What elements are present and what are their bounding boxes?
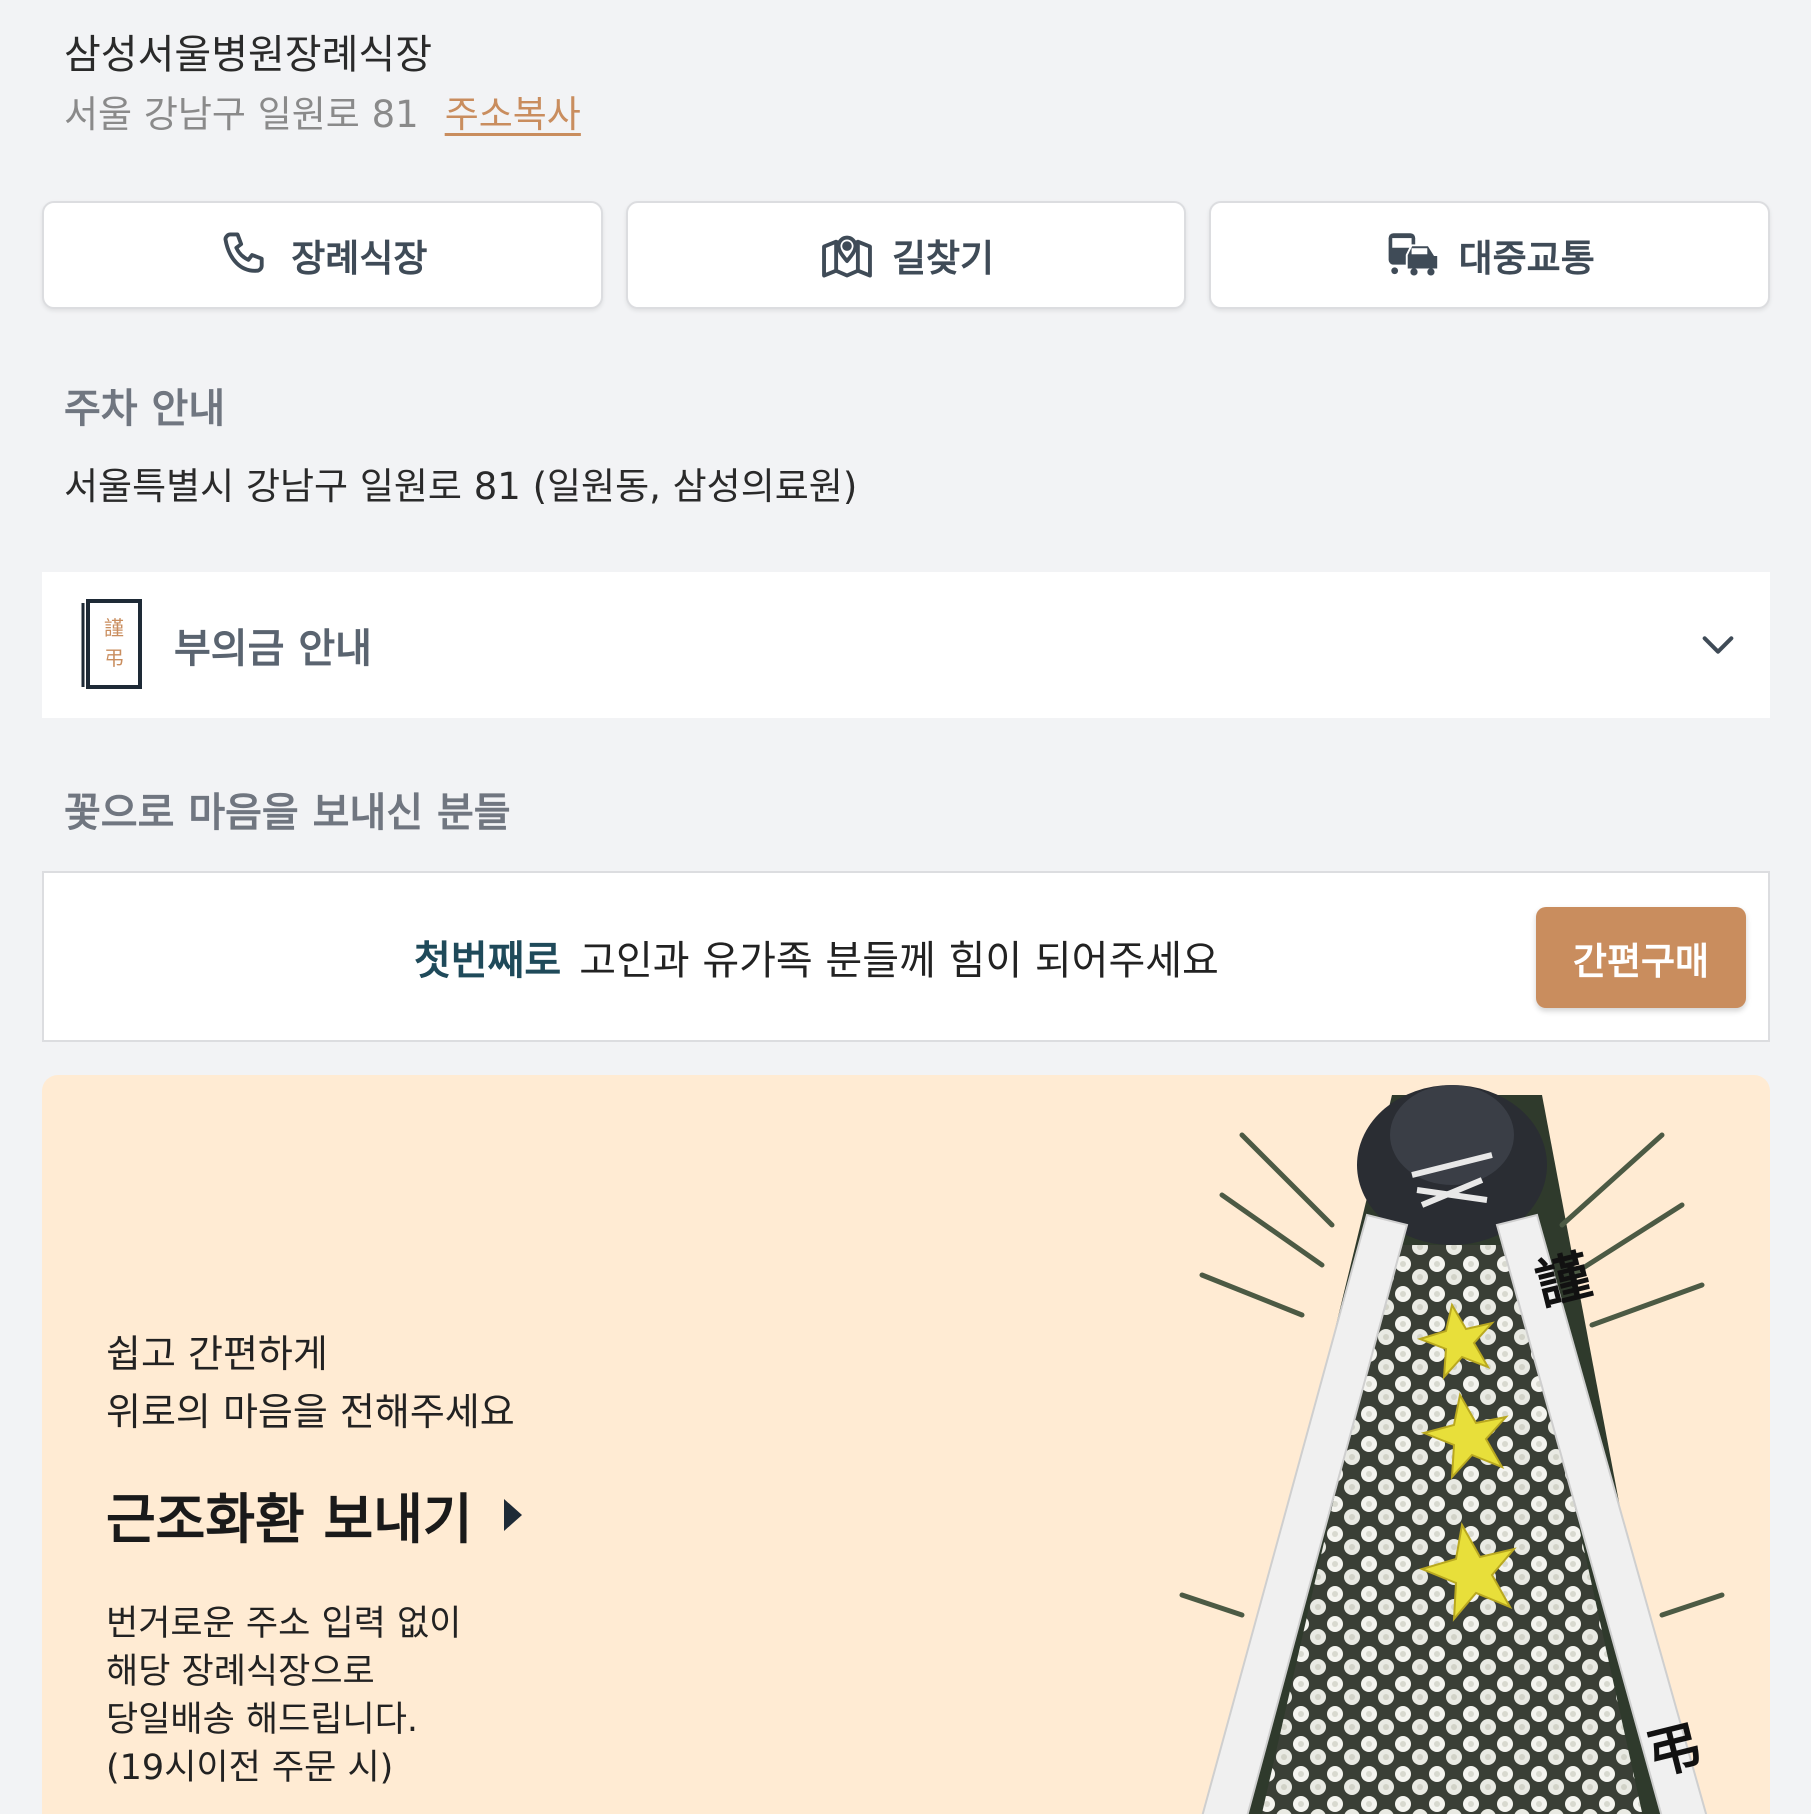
funeral-hall-page: 삼성서울병원장례식장 서울 강남구 일원로 81 주소복사 장례식장 길찾기 대… [0, 0, 1811, 1814]
venue-address: 서울 강남구 일원로 81 [64, 93, 419, 136]
caret-right-icon [503, 1498, 522, 1531]
first-sender-box: 첫번째로 고인과 유가족 분들께 힘이 되어주세요 간편구매 [42, 871, 1770, 1042]
promo-desc-line-4: (19시이전 주문 시) [106, 1748, 394, 1788]
quick-buy-button[interactable]: 간편구매 [1536, 907, 1746, 1008]
first-message-text: 고인과 유가족 분들께 힘이 되어주세요 [579, 937, 1219, 984]
copy-address-link[interactable]: 주소복사 [445, 84, 581, 138]
promo-desc-line-3: 당일배송 해드립니다. [106, 1700, 419, 1740]
parking-address: 서울특별시 강남구 일원로 81 (일원동, 삼성의료원) [64, 465, 858, 508]
call-funeral-hall-button[interactable]: 장례식장 [42, 201, 603, 309]
parking-title: 주차 안내 [64, 386, 226, 432]
venue-name: 삼성서울병원장례식장 [64, 32, 432, 78]
first-sender-message: 첫번째로 고인과 유가족 분들께 힘이 되어주세요 [414, 928, 1219, 986]
bus-car-icon [1388, 233, 1439, 276]
promo-subtitle: 쉽고 간편하게 위로의 마음을 전해주세요 [106, 1325, 515, 1441]
condolence-money-label: 부의금 안내 [174, 626, 372, 672]
promo-description: 번거로운 주소 입력 없이 해당 장례식장으로 당일배송 해드립니다. (19시… [106, 1600, 461, 1792]
public-transit-button[interactable]: 대중교통 [1209, 201, 1771, 309]
map-pin-icon [822, 235, 872, 278]
phone-icon [223, 232, 264, 273]
send-wreath-link[interactable]: 근조화환 보내기 [106, 1475, 525, 1554]
promo-desc-line-1: 번거로운 주소 입력 없이 [106, 1604, 462, 1644]
promo-subtitle-line-1: 쉽고 간편하게 [106, 1332, 328, 1376]
call-label: 장례식장 [291, 237, 428, 280]
action-buttons: 장례식장 길찾기 대중교통 [42, 201, 1771, 309]
directions-label: 길찾기 [891, 237, 995, 280]
flowers-title: 꽃으로 마음을 보내신 분들 [64, 790, 511, 836]
wreath-promo-banner[interactable]: 쉽고 간편하게 위로의 마음을 전해주세요 근조화환 보내기 번거로운 주소 입… [42, 1075, 1770, 1814]
promo-subtitle-line-2: 위로의 마음을 전해주세요 [106, 1390, 515, 1434]
directions-button[interactable]: 길찾기 [625, 201, 1187, 309]
condolence-icon-char-2: 弔 [104, 646, 124, 670]
condolence-icon-char-1: 謹 [104, 616, 124, 640]
first-accent-text: 첫번째로 [414, 937, 562, 984]
send-wreath-label: 근조화환 보내기 [106, 1488, 473, 1551]
transit-label: 대중교통 [1458, 237, 1595, 280]
condolence-envelope-icon: 謹 弔 [81, 599, 142, 689]
chevron-down-icon [1702, 636, 1734, 654]
promo-desc-line-2: 해당 장례식장으로 [106, 1652, 375, 1692]
condolence-money-accordion[interactable]: 謹 弔 부의금 안내 [42, 572, 1770, 718]
address-row: 서울 강남구 일원로 81 주소복사 [64, 84, 581, 138]
funeral-wreath-image: 謹 弔 [1179, 1085, 1725, 1814]
